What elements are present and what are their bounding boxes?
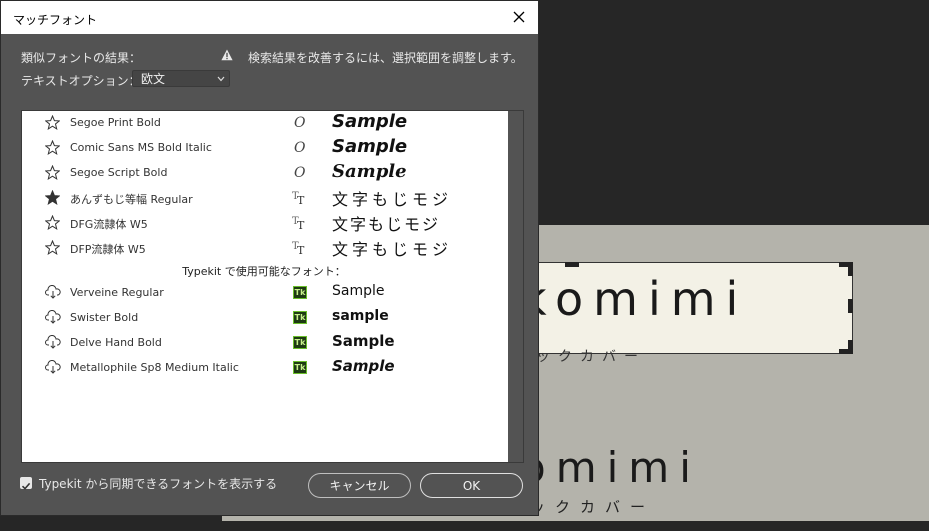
- typekit-badge: Tk: [293, 286, 307, 299]
- canvas-heading-text: komimi: [520, 272, 749, 326]
- results-label: 類似フォントの結果：: [21, 51, 142, 65]
- font-sample: Sample: [332, 332, 395, 350]
- svg-text:O: O: [294, 115, 306, 130]
- font-row[interactable]: Segoe Print Bold O Sample: [22, 111, 506, 135]
- sync-fonts-label[interactable]: Typekit から同期できるフォントを表示する: [39, 475, 277, 492]
- star-filled-icon[interactable]: [45, 190, 60, 205]
- svg-text:O: O: [294, 140, 306, 155]
- canvas-subtext: ックカバー: [536, 349, 646, 365]
- truetype-icon: TT: [292, 191, 305, 205]
- close-button[interactable]: [504, 3, 534, 31]
- typekit-font-row[interactable]: Verveine Regular Tk Sample: [22, 281, 506, 305]
- truetype-icon: TT: [292, 216, 305, 230]
- svg-text:O: O: [294, 165, 306, 180]
- canvas-subtext-2: ックカバー: [530, 498, 656, 516]
- font-results-list[interactable]: Segoe Print Bold O Sample Comic Sans MS …: [21, 110, 524, 463]
- font-name: Swister Bold: [70, 311, 139, 324]
- font-name: Segoe Script Bold: [70, 166, 168, 179]
- chevron-down-icon: [217, 76, 225, 82]
- font-name: Segoe Print Bold: [70, 116, 161, 129]
- font-name: DFG流隷体 W5: [70, 218, 148, 231]
- font-sample: Sample: [332, 111, 408, 132]
- font-row[interactable]: DFP流隷体 W5 TT 文字もじモジ: [22, 236, 506, 260]
- font-name: Delve Hand Bold: [70, 336, 162, 349]
- typekit-badge: Tk: [293, 311, 307, 324]
- match-font-dialog: マッチフォント 類似フォントの結果： 検索結果を改善するには、選択範囲を調整しま…: [0, 0, 539, 516]
- font-sample: 文字もじモジ: [332, 190, 453, 209]
- star-outline-icon[interactable]: [45, 140, 60, 155]
- star-outline-icon[interactable]: [45, 165, 60, 180]
- canvas-heading-text-2: omimi: [520, 443, 701, 492]
- text-options-label: テキストオプション：: [21, 74, 141, 88]
- dialog-titlebar: マッチフォント: [1, 1, 538, 34]
- font-sample: 文字もじモジ: [332, 240, 453, 259]
- checkmark-icon: [21, 482, 31, 490]
- star-outline-icon[interactable]: [45, 115, 60, 130]
- text-option-value: 欧文: [141, 72, 166, 86]
- warning-text: 検索結果を改善するには、選択範囲を調整します。: [248, 51, 523, 65]
- font-row[interactable]: DFG流隷体 W5 TT 文字もじモジ: [22, 211, 506, 235]
- star-outline-icon[interactable]: [45, 215, 60, 230]
- font-row[interactable]: Comic Sans MS Bold Italic O Sample: [22, 136, 506, 160]
- font-sample: 文字もじモジ: [332, 215, 441, 234]
- typekit-badge: Tk: [293, 361, 307, 374]
- typekit-font-row[interactable]: Swister Bold Tk sample: [22, 306, 506, 330]
- font-name: Verveine Regular: [70, 286, 164, 299]
- svg-text:T: T: [297, 244, 305, 255]
- selection-handle[interactable]: [839, 349, 853, 354]
- font-name: Metallophile Sp8 Medium Italic: [70, 361, 239, 374]
- font-name: Comic Sans MS Bold Italic: [70, 141, 212, 154]
- selection-handle[interactable]: [848, 299, 853, 313]
- opentype-icon: O: [294, 140, 306, 155]
- warning-icon: [221, 49, 233, 61]
- opentype-icon: O: [294, 165, 306, 180]
- dialog-title: マッチフォント: [13, 13, 98, 27]
- typekit-font-row[interactable]: Metallophile Sp8 Medium Italic Tk Sample: [22, 356, 506, 380]
- selection-handle[interactable]: [565, 262, 579, 267]
- font-row[interactable]: Segoe Script Bold O Sample: [22, 161, 506, 185]
- typekit-badge: Tk: [293, 336, 307, 349]
- font-sample: Sample: [332, 283, 385, 299]
- cancel-button[interactable]: キャンセル: [308, 473, 411, 498]
- svg-text:T: T: [297, 194, 305, 205]
- typekit-font-row[interactable]: Delve Hand Bold Tk Sample: [22, 331, 506, 355]
- ok-button[interactable]: OK: [420, 473, 523, 498]
- svg-text:T: T: [297, 219, 305, 230]
- cloud-sync-icon[interactable]: [45, 335, 61, 350]
- cloud-sync-icon[interactable]: [45, 310, 61, 325]
- cloud-sync-icon[interactable]: [45, 285, 61, 300]
- font-name: あんずもじ等幅 Regular: [70, 193, 193, 206]
- font-sample: Sample: [332, 161, 407, 182]
- font-sample: sample: [332, 308, 389, 324]
- text-option-select[interactable]: 欧文: [132, 70, 230, 87]
- truetype-icon: TT: [292, 241, 305, 255]
- font-sample: Sample: [332, 136, 408, 157]
- font-sample: Sample: [332, 357, 395, 375]
- typekit-section-header: Typekit で使用可能なフォント：: [182, 265, 346, 278]
- star-outline-icon[interactable]: [45, 240, 60, 255]
- font-row[interactable]: あんずもじ等幅 Regular TT 文字もじモジ: [22, 186, 506, 210]
- cloud-sync-icon[interactable]: [45, 360, 61, 375]
- selection-handle[interactable]: [848, 262, 853, 276]
- list-scrollbar[interactable]: [508, 111, 523, 462]
- font-name: DFP流隷体 W5: [70, 243, 146, 256]
- canvas-bottom-strip: [222, 521, 929, 531]
- opentype-icon: O: [294, 115, 306, 130]
- sync-fonts-checkbox[interactable]: [20, 477, 32, 490]
- close-icon: [513, 11, 525, 23]
